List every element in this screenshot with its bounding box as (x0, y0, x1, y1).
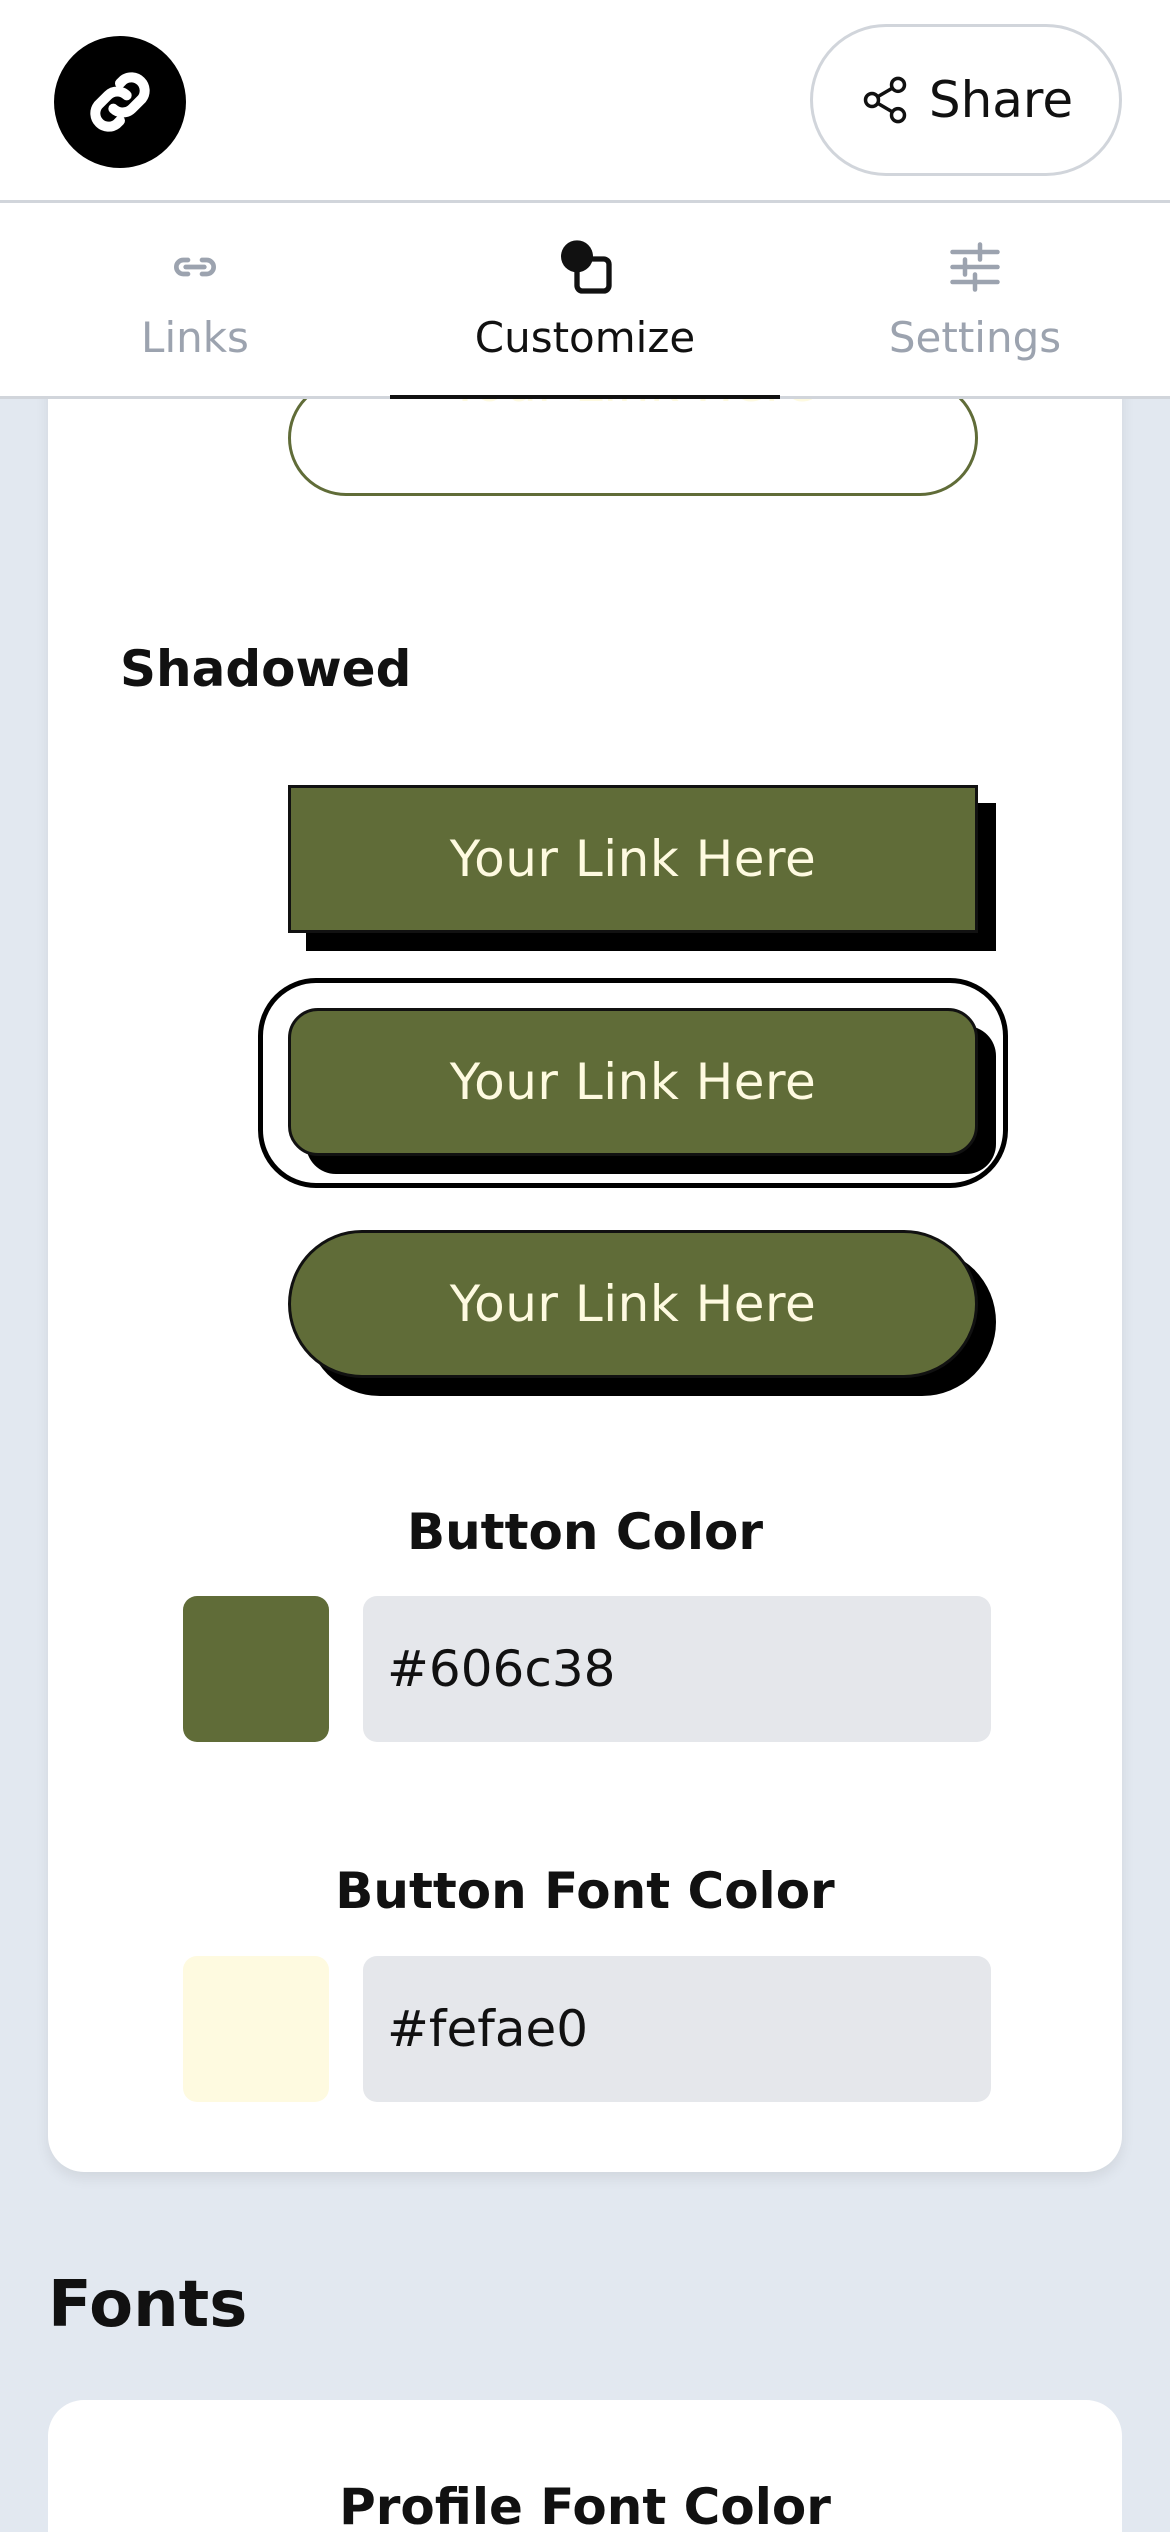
share-button[interactable]: Share (810, 24, 1122, 176)
button-color-value: #606c38 (387, 1640, 616, 1698)
shadowed-button-hard[interactable]: Your Link Here (288, 785, 978, 933)
share-label: Share (928, 71, 1074, 129)
tab-settings-label: Settings (888, 313, 1062, 362)
button-style-card: Your Link Here Shadowed Your Link Here Y… (48, 320, 1122, 2172)
button-label: Your Link Here (449, 1053, 817, 1111)
tab-customize[interactable]: Customize (390, 203, 780, 399)
link-icon (174, 257, 216, 277)
button-font-color-swatch[interactable] (183, 1956, 329, 2102)
tab-links-label: Links (141, 313, 249, 362)
tab-settings[interactable]: Settings (780, 203, 1170, 396)
shapes-icon (561, 240, 612, 294)
profile-font-color-label: Profile Font Color (339, 2478, 831, 2532)
button-font-color-label: Button Font Color (335, 1862, 835, 1920)
tab-bar: Links Customize Settings (0, 203, 1170, 399)
top-header: Share (0, 0, 1170, 203)
tab-customize-label: Customize (474, 313, 696, 362)
sliders-icon (950, 242, 1000, 292)
share-icon (863, 76, 907, 124)
shadowed-section-title: Shadowed (120, 640, 412, 698)
button-font-color-input[interactable]: #fefae0 (363, 1956, 991, 2102)
tab-links[interactable]: Links (0, 203, 390, 396)
button-label: Your Link Here (449, 830, 817, 888)
button-color-label: Button Color (406, 1503, 764, 1561)
button-color-swatch[interactable] (183, 1596, 329, 1742)
button-color-input[interactable]: #606c38 (363, 1596, 991, 1742)
chain-link-icon (90, 72, 150, 132)
button-label: Your Link Here (449, 1275, 817, 1333)
button-font-color-value: #fefae0 (387, 2000, 589, 2058)
shadowed-button-pill[interactable]: Your Link Here (288, 1230, 978, 1378)
shadowed-button-rounded[interactable]: Your Link Here (288, 1008, 978, 1156)
logo[interactable] (54, 36, 186, 168)
fonts-card: Profile Font Color (48, 2400, 1122, 2532)
fonts-heading: Fonts (48, 2268, 248, 2342)
